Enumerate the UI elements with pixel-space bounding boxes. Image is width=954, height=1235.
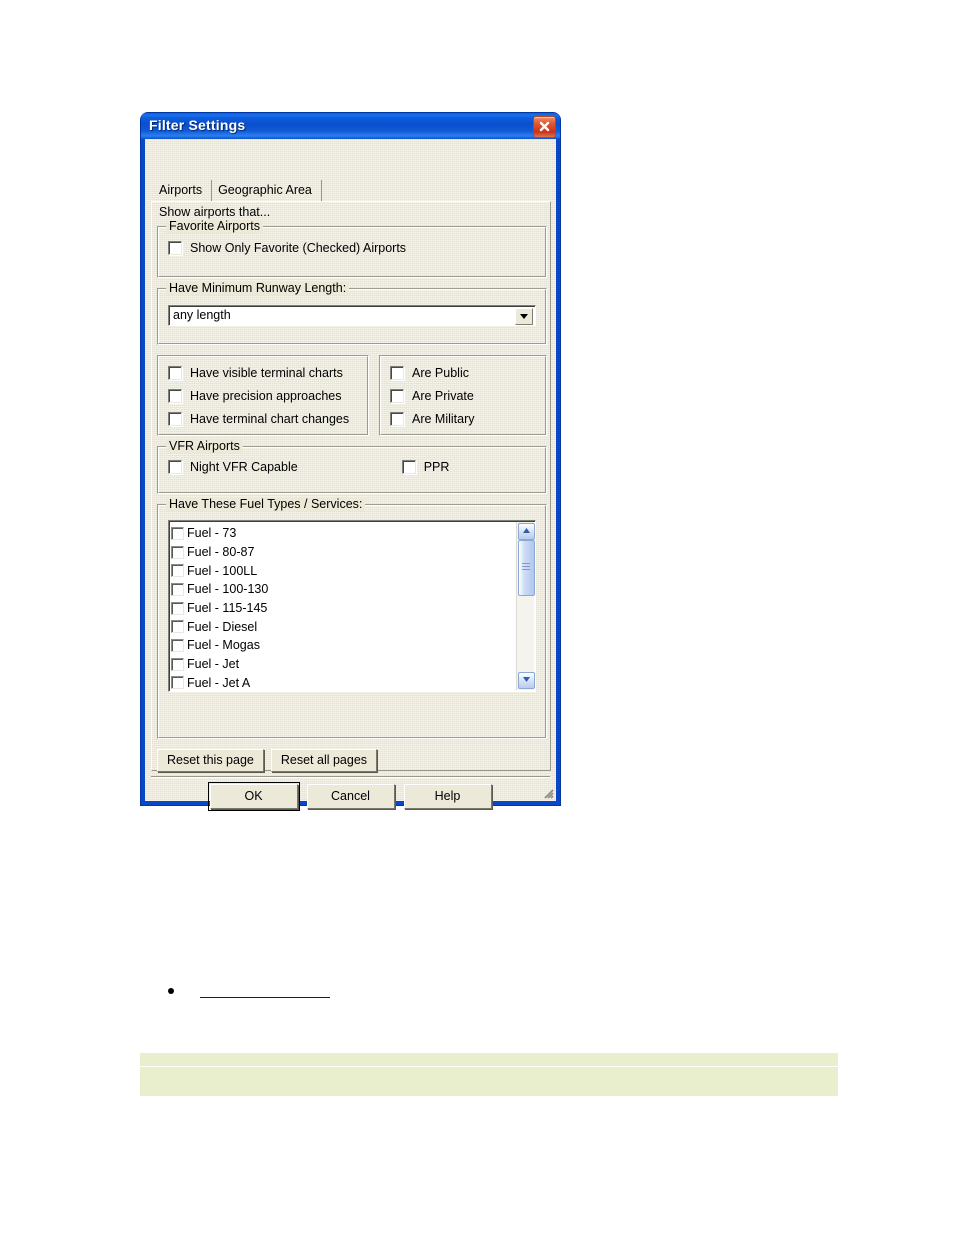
group-fuel-title: Have These Fuel Types / Services:	[166, 497, 366, 511]
checkbox-box-icon	[171, 582, 184, 596]
checkbox-box-icon	[171, 638, 184, 652]
reset-button-row: Reset this page Reset all pages	[157, 749, 547, 772]
runway-length-select[interactable]: any length	[168, 305, 536, 326]
highlight-band-bottom	[140, 1067, 838, 1096]
scroll-up-icon[interactable]	[518, 523, 535, 540]
list-item-label: Fuel - 73	[187, 526, 237, 541]
list-item-label: Fuel - 100LL	[187, 563, 258, 578]
scrollbar-thumb[interactable]	[518, 540, 535, 596]
group-vfr-airports: VFR Airports Night VFR Capable PPR	[157, 439, 547, 494]
dialog-button-bar: OK Cancel Help	[145, 782, 556, 811]
checkbox-box-icon	[168, 241, 182, 255]
list-item[interactable]: Fuel - 115-145	[171, 599, 516, 618]
checkbox-label: Are Public	[412, 366, 469, 380]
runway-length-value: any length	[173, 308, 231, 322]
bullet-icon	[168, 987, 174, 994]
list-item[interactable]: Fuel - Jet	[171, 655, 516, 674]
bullet-list-item	[168, 983, 330, 998]
checkbox-label: Have precision approaches	[190, 389, 342, 403]
checkbox-box-icon	[171, 564, 184, 578]
attributes-row: Have visible terminal charts Have precis…	[157, 355, 547, 436]
list-item[interactable]: Fuel - Mogas	[171, 636, 516, 655]
checkbox-box-icon	[171, 526, 184, 540]
checkbox-box-icon	[390, 366, 404, 380]
checkbox-are-public[interactable]: Are Public	[390, 366, 536, 380]
filter-settings-dialog: Filter Settings Airports Geographic Area…	[141, 113, 560, 811]
dialog-title: Filter Settings	[149, 117, 246, 133]
close-icon[interactable]	[533, 116, 556, 138]
list-item[interactable]: Fuel - 100LL	[171, 561, 516, 580]
list-item-label: Fuel - Jet A	[187, 675, 251, 690]
checkbox-label: Night VFR Capable	[190, 460, 298, 474]
list-item-label: Fuel - 100-130	[187, 582, 269, 597]
lead-text: Show airports that...	[159, 205, 271, 219]
list-item-label: Fuel - Jet	[187, 657, 240, 672]
checkbox-visible-terminal-charts[interactable]: Have visible terminal charts	[168, 366, 358, 380]
list-item[interactable]: Fuel - 73	[171, 524, 516, 543]
checkbox-label: Have terminal chart changes	[190, 412, 350, 426]
checkbox-night-vfr-capable[interactable]: Night VFR Capable	[168, 460, 298, 474]
checkbox-show-only-favorite[interactable]: Show Only Favorite (Checked) Airports	[168, 241, 536, 255]
group-fuel-types: Have These Fuel Types / Services: Fuel -…	[157, 497, 547, 739]
list-item[interactable]: Fuel - Jet A	[171, 674, 516, 692]
checkbox-box-icon	[171, 601, 184, 615]
content-link[interactable]	[200, 983, 330, 998]
checkbox-ppr[interactable]: PPR	[401, 460, 450, 474]
checkbox-box-icon	[171, 676, 184, 690]
fuel-list-scrollbar[interactable]	[516, 522, 535, 690]
checkbox-box-icon	[171, 620, 184, 634]
help-button[interactable]: Help	[403, 784, 492, 809]
resize-grip-icon[interactable]	[541, 786, 554, 799]
reset-this-page-button[interactable]: Reset this page	[157, 749, 264, 772]
highlight-band-top	[140, 1053, 838, 1066]
list-item[interactable]: Fuel - 80-87	[171, 543, 516, 562]
checkbox-are-private[interactable]: Are Private	[390, 389, 536, 403]
checkbox-terminal-chart-changes[interactable]: Have terminal chart changes	[168, 412, 358, 426]
checkbox-box-icon	[168, 366, 182, 380]
tabstrip: Airports Geographic Area	[153, 179, 322, 201]
checkbox-box-icon	[401, 460, 416, 474]
checkbox-label: Show Only Favorite (Checked) Airports	[190, 241, 407, 255]
reset-all-pages-button[interactable]: Reset all pages	[270, 749, 378, 772]
dialog-titlebar[interactable]: Filter Settings	[141, 113, 560, 139]
checkbox-label: PPR	[423, 460, 450, 474]
group-favorite-airports: Favorite Airports Show Only Favorite (Ch…	[157, 219, 547, 278]
chevron-down-icon[interactable]	[515, 308, 533, 325]
list-item[interactable]: Fuel - 100-130	[171, 580, 516, 599]
group-ownership: Are Public Are Private Are Military	[379, 355, 547, 436]
group-runway-title: Have Minimum Runway Length:	[166, 281, 350, 295]
tab-geographic-area[interactable]: Geographic Area	[212, 180, 322, 201]
checkbox-box-icon	[168, 389, 182, 403]
checkbox-label: Are Military	[412, 412, 475, 426]
checkbox-box-icon	[390, 412, 404, 426]
checkbox-box-icon	[168, 412, 182, 426]
scrollbar-grip-icon	[522, 563, 530, 570]
checkbox-are-military[interactable]: Are Military	[390, 412, 536, 426]
ok-button[interactable]: OK	[207, 782, 300, 811]
scroll-down-icon[interactable]	[518, 672, 535, 689]
list-item-label: Fuel - Diesel	[187, 619, 258, 634]
group-vfr-title: VFR Airports	[166, 439, 243, 453]
checkbox-label: Are Private	[412, 389, 474, 403]
fuel-types-listbox[interactable]: Fuel - 73 Fuel - 80-87 Fuel - 100LL Fuel…	[168, 520, 536, 692]
dialog-client-area: Airports Geographic Area Show airports t…	[145, 139, 556, 811]
checkbox-box-icon	[171, 545, 184, 559]
button-bar-divider	[151, 776, 550, 778]
list-item-label: Fuel - Mogas	[187, 638, 260, 653]
list-item-label: Fuel - 115-145	[187, 601, 268, 616]
tab-airports[interactable]: Airports	[153, 180, 213, 201]
checkbox-precision-approaches[interactable]: Have precision approaches	[168, 389, 358, 403]
group-chart-attributes: Have visible terminal charts Have precis…	[157, 355, 369, 436]
group-favorite-airports-title: Favorite Airports	[166, 219, 264, 233]
checkbox-box-icon	[171, 657, 184, 671]
group-minimum-runway-length: Have Minimum Runway Length: any length	[157, 281, 547, 345]
list-item-label: Fuel - 80-87	[187, 545, 255, 560]
list-item[interactable]: Fuel - Diesel	[171, 617, 516, 636]
checkbox-box-icon	[168, 460, 182, 474]
checkbox-box-icon	[390, 389, 404, 403]
checkbox-label: Have visible terminal charts	[190, 366, 343, 380]
fuel-types-list: Fuel - 73 Fuel - 80-87 Fuel - 100LL Fuel…	[171, 524, 516, 691]
cancel-button[interactable]: Cancel	[306, 784, 395, 809]
